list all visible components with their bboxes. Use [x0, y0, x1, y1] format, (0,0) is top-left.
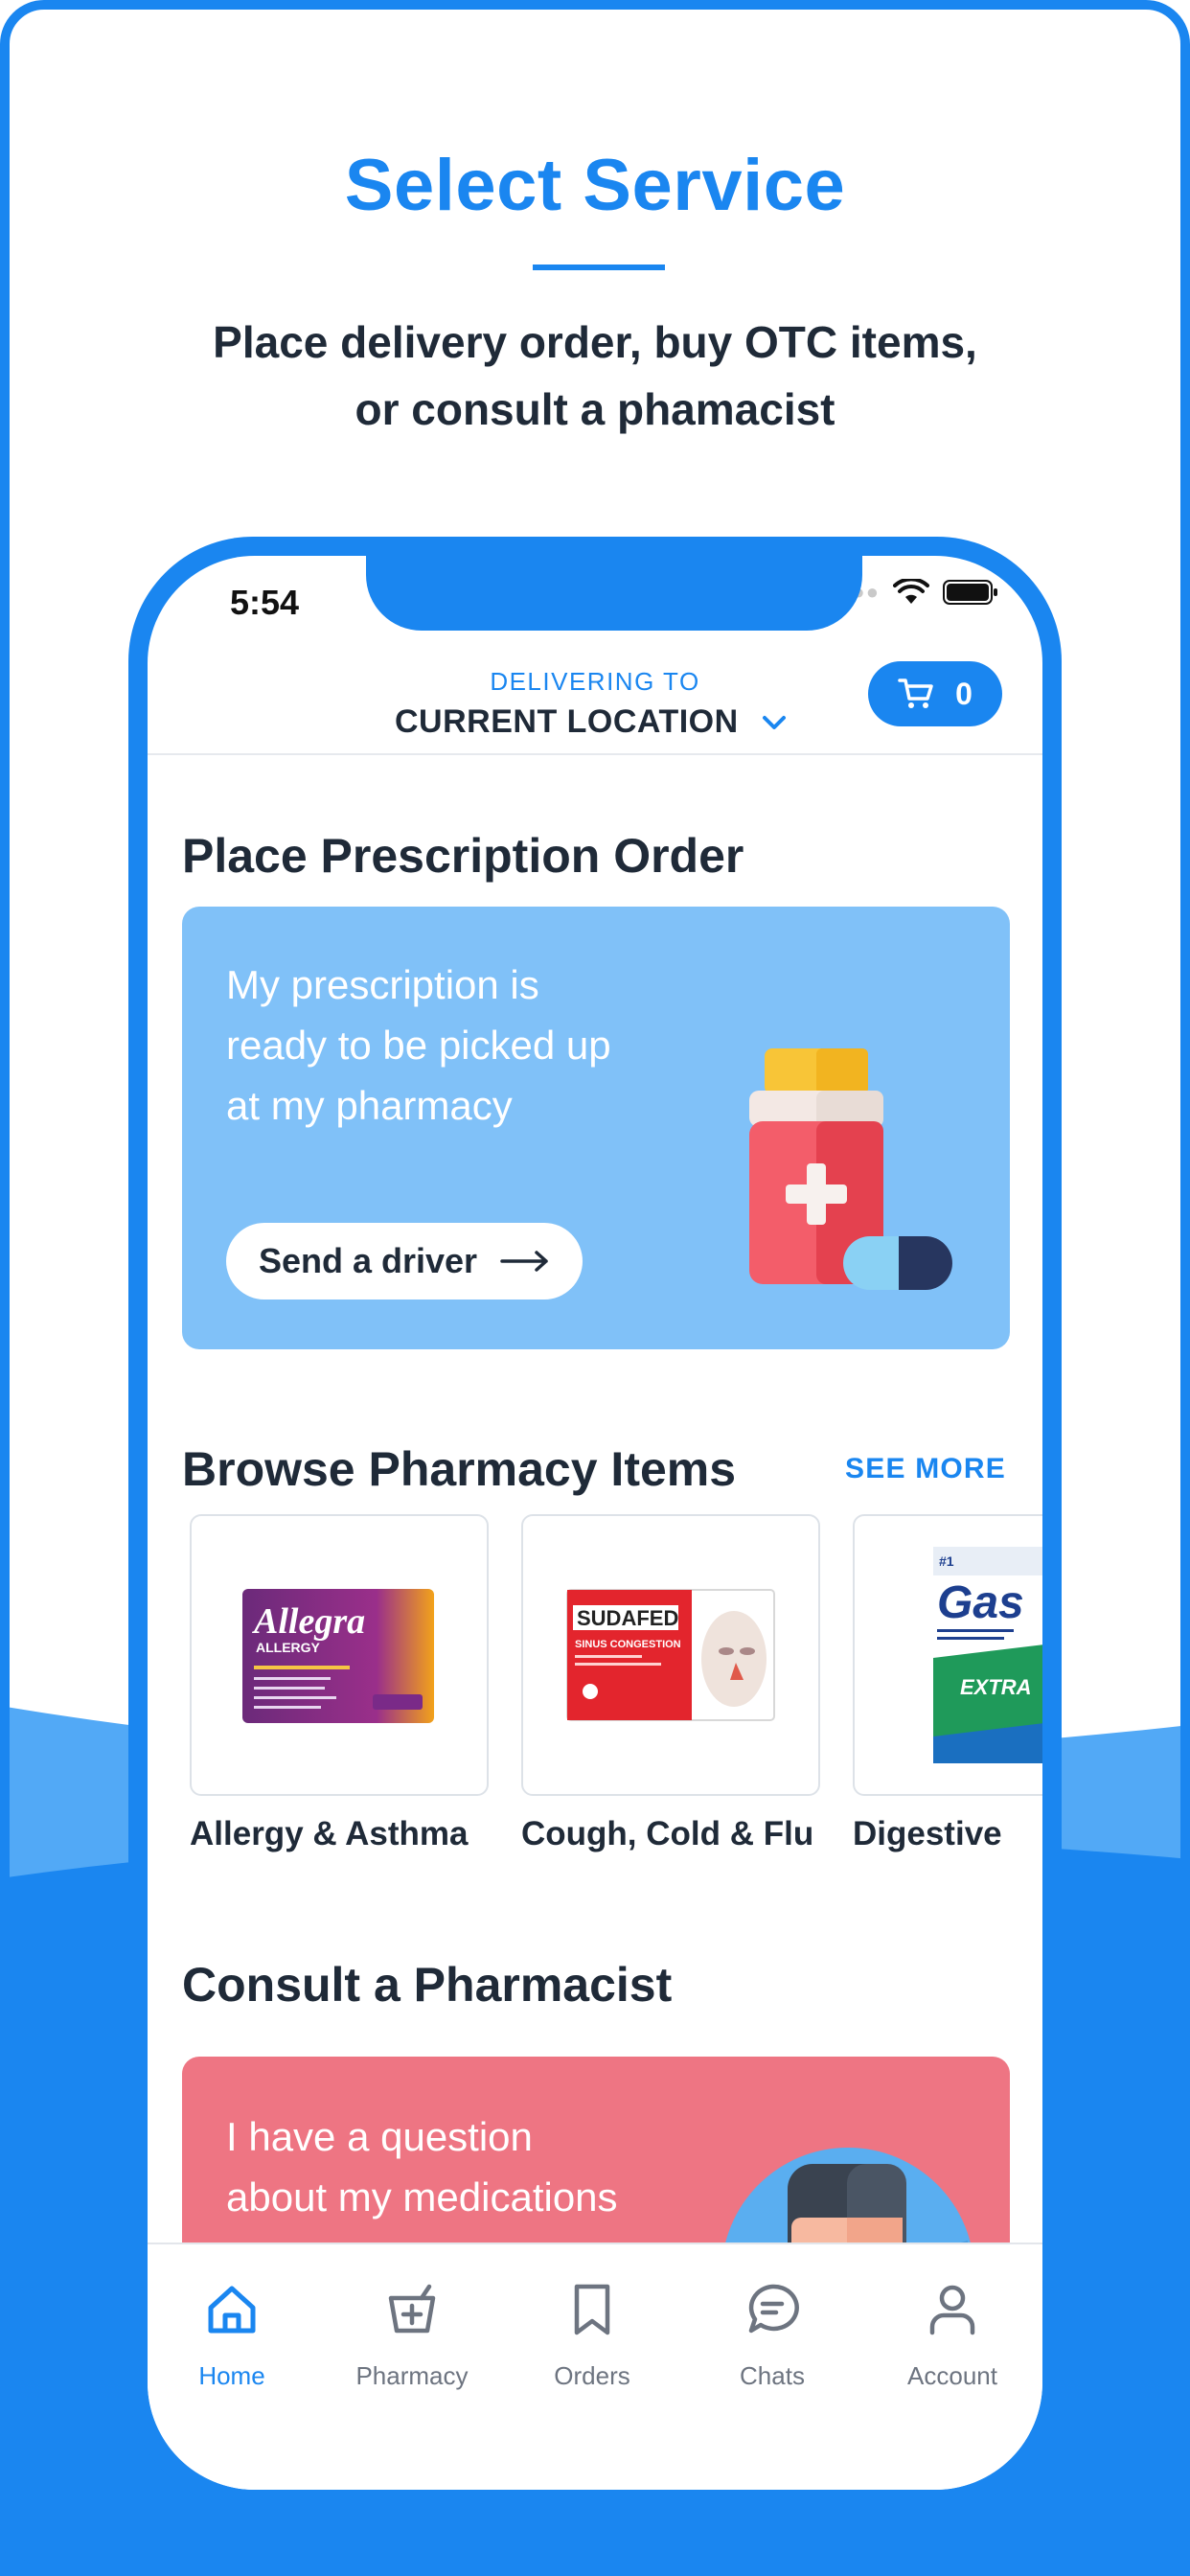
- category-card[interactable]: SUDAFED SINUS CONGESTION Cough, Cold & F…: [521, 1514, 820, 1853]
- sudafed-sub-text: SINUS CONGESTION: [575, 1639, 681, 1650]
- location-text: CURRENT LOCATION: [395, 703, 739, 740]
- tab-account[interactable]: Account: [876, 2271, 1029, 2391]
- send-driver-label: Send a driver: [258, 1241, 478, 1280]
- person-icon: [929, 2285, 975, 2335]
- tab-orders[interactable]: Orders: [515, 2271, 669, 2391]
- browse-section-title: Browse Pharmacy Items: [182, 1442, 737, 1496]
- product-image-allegra: Allegra ALLERGY: [190, 1514, 489, 1796]
- consult-card-text: I have a question about my medications: [226, 2106, 724, 2227]
- product-image-sudafed: SUDAFED SINUS CONGESTION: [521, 1514, 820, 1796]
- sudafed-brand-text: SUDAFED: [577, 1606, 678, 1630]
- status-time: 5:54: [230, 583, 300, 622]
- tab-chats[interactable]: Chats: [696, 2271, 849, 2391]
- product-image-gas: #1 Gas EXTRA: [853, 1514, 1042, 1796]
- consult-section-title: Consult a Pharmacist: [182, 1958, 673, 2012]
- allegra-brand-text: Allegra: [252, 1601, 365, 1642]
- prescription-line2: ready to be picked up: [226, 1023, 611, 1068]
- bookmark-icon: [574, 2284, 610, 2335]
- pharmacy-items-carousel[interactable]: Allegra ALLERGY Allergy & Asthma SUDAFED…: [190, 1514, 1042, 1878]
- gas-box-image: #1 Gas EXTRA: [933, 1547, 1042, 1763]
- category-label: Allergy & Asthma: [190, 1815, 469, 1852]
- phone-mockup: 5:54 ●●●● DELIVERING TO CURRENT LOCATION: [128, 537, 1062, 2509]
- category-label: Cough, Cold & Flu: [521, 1815, 814, 1852]
- prescription-line1: My prescription is: [226, 962, 539, 1007]
- prescription-line3: at my pharmacy: [226, 1083, 513, 1128]
- phone-notch: [366, 556, 862, 631]
- app-screen: 5:54 ●●●● DELIVERING TO CURRENT LOCATION: [148, 556, 1042, 2490]
- consult-line2: about my medications: [226, 2174, 618, 2220]
- home-icon: [208, 2286, 256, 2334]
- arrow-right-icon: [500, 1251, 548, 1272]
- tab-label: Chats: [740, 2361, 805, 2390]
- pharmacy-icon: [388, 2284, 436, 2334]
- wifi-icon: [893, 579, 929, 604]
- consult-line1: I have a question: [226, 2114, 533, 2159]
- battery-icon: [943, 580, 997, 605]
- category-card[interactable]: Allegra ALLERGY Allergy & Asthma: [190, 1514, 489, 1853]
- chat-icon: [748, 2284, 799, 2334]
- category-label: Digestive: [853, 1815, 1002, 1852]
- bottom-tab-bar: Home Pharmacy Orders Chats Account: [148, 2242, 1042, 2490]
- tab-home[interactable]: Home: [155, 2271, 309, 2391]
- tab-label: Orders: [554, 2361, 630, 2390]
- location-selector[interactable]: CURRENT LOCATION: [395, 703, 787, 741]
- chevron-down-icon: [762, 715, 786, 729]
- prescription-section-title: Place Prescription Order: [182, 829, 744, 883]
- promo-title: Select Service: [344, 145, 846, 226]
- category-card[interactable]: #1 Gas EXTRA Digestive: [853, 1514, 1042, 1853]
- title-underline: [533, 264, 665, 270]
- send-driver-button[interactable]: Send a driver: [226, 1223, 583, 1300]
- allegra-box-image: Allegra ALLERGY: [242, 1589, 434, 1723]
- allegra-sub-text: ALLERGY: [256, 1640, 321, 1655]
- tab-label: Account: [907, 2361, 997, 2390]
- promo-subtitle-line1: Place delivery order, buy OTC items,: [213, 317, 977, 367]
- prescription-card[interactable]: My prescription is ready to be picked up…: [182, 907, 1010, 1349]
- cart-count: 0: [955, 676, 973, 711]
- tab-label: Pharmacy: [355, 2361, 469, 2390]
- promo-subtitle-line2: or consult a phamacist: [355, 384, 835, 434]
- medicine-bottle-icon: [749, 1048, 952, 1290]
- gas-brand-text: Gas: [937, 1577, 1024, 1628]
- svg-text:#1: #1: [939, 1553, 954, 1569]
- see-more-link[interactable]: SEE MORE: [845, 1453, 1006, 1485]
- gas-sub-text: EXTRA: [960, 1675, 1032, 1699]
- tab-pharmacy[interactable]: Pharmacy: [335, 2271, 489, 2391]
- cart-button[interactable]: 0: [868, 661, 1002, 726]
- promo-subtitle: Place delivery order, buy OTC items, or …: [0, 309, 1190, 443]
- cart-icon: [898, 678, 933, 708]
- sudafed-box-image: SUDAFED SINUS CONGESTION: [566, 1589, 775, 1721]
- header-divider: [148, 753, 1042, 755]
- tab-label: Home: [198, 2361, 265, 2390]
- prescription-card-text: My prescription is ready to be picked up…: [226, 954, 686, 1136]
